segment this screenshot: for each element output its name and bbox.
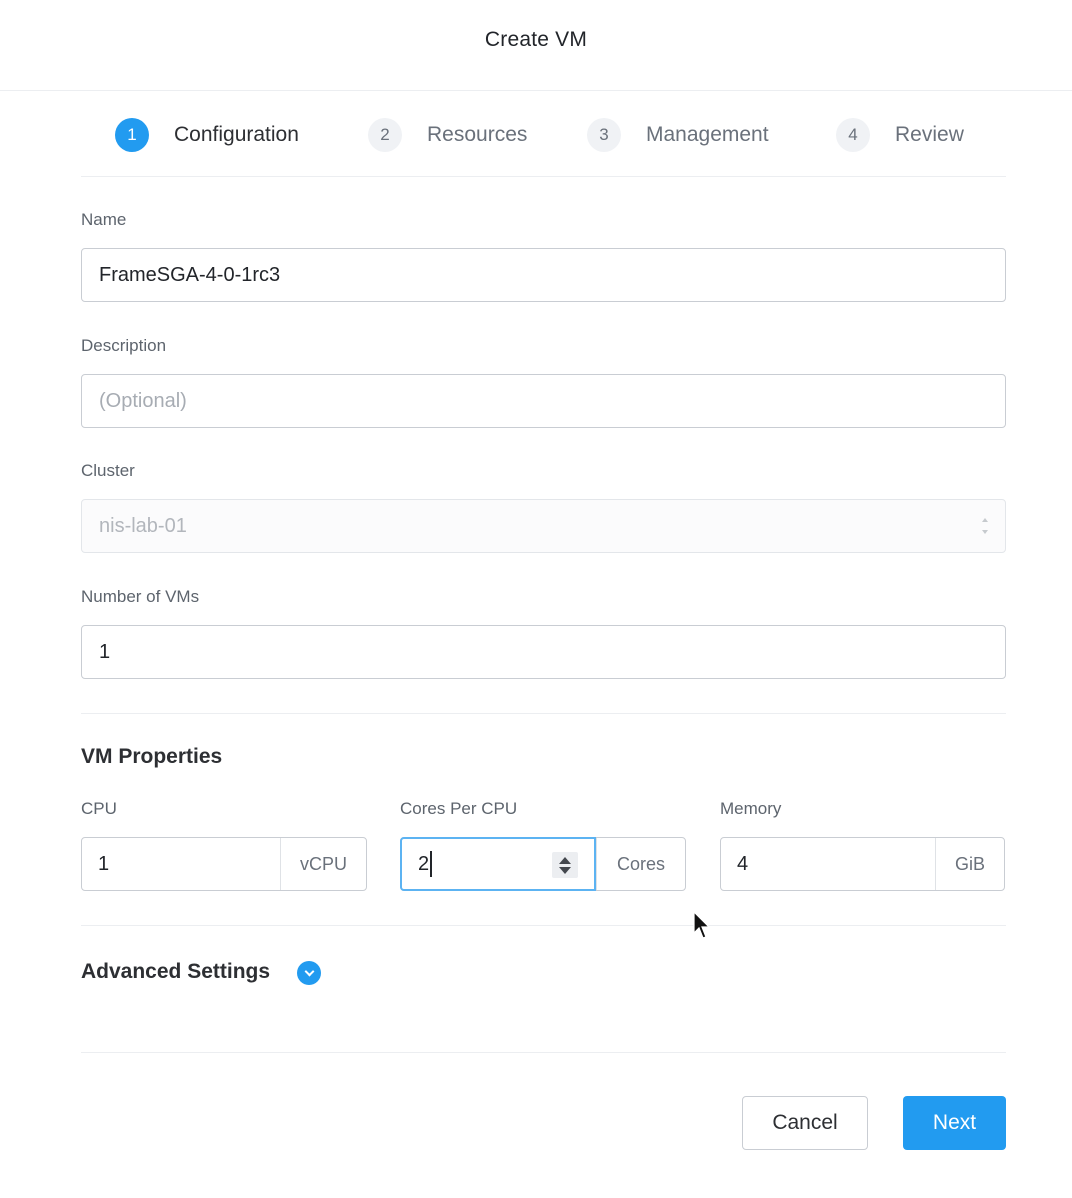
step-resources[interactable]: 2 Resources — [368, 117, 527, 153]
cluster-select[interactable]: nis-lab-01 — [81, 499, 1006, 553]
cpu-label: CPU — [81, 799, 117, 818]
dialog-title: Create VM — [484, 28, 588, 51]
step-number: 3 — [587, 118, 621, 152]
wizard-steps: 1 Configuration 2 Resources 3 Management… — [81, 100, 1006, 177]
cpu-unit: vCPU — [280, 838, 366, 890]
step-management[interactable]: 3 Management — [587, 117, 769, 153]
step-review[interactable]: 4 Review — [836, 117, 964, 153]
next-button[interactable]: Next — [903, 1096, 1006, 1150]
cluster-value: nis-lab-01 — [99, 514, 187, 537]
memory-value: 4 — [737, 852, 749, 875]
cores-per-cpu-label: Cores Per CPU — [400, 799, 518, 818]
cores-per-cpu-input[interactable]: 2 — [400, 837, 596, 891]
memory-label: Memory — [720, 799, 782, 818]
step-label: Resources — [427, 123, 528, 146]
cpu-value: 1 — [98, 852, 110, 875]
memory-input-group: 4 GiB — [720, 837, 1005, 891]
step-label: Configuration — [174, 123, 299, 146]
vm-properties-title: VM Properties — [81, 745, 223, 768]
step-configuration[interactable]: 1 Configuration — [115, 117, 299, 153]
spinner-icon[interactable] — [552, 852, 578, 878]
description-placeholder: (Optional) — [99, 389, 187, 412]
dialog-header: Create VM — [0, 0, 1072, 91]
mouse-pointer-icon — [693, 911, 711, 939]
name-value: FrameSGA-4-0-1rc3 — [99, 263, 281, 286]
num-vms-input[interactable]: 1 — [81, 625, 1006, 679]
advanced-settings-title[interactable]: Advanced Settings — [81, 960, 270, 984]
cancel-button[interactable]: Cancel — [742, 1096, 868, 1150]
step-number: 4 — [836, 118, 870, 152]
cluster-label: Cluster — [81, 461, 135, 480]
cores-per-cpu-value: 2 — [418, 852, 430, 875]
name-input[interactable]: FrameSGA-4-0-1rc3 — [81, 248, 1006, 302]
num-vms-label: Number of VMs — [81, 587, 200, 606]
memory-input[interactable]: 4 — [721, 838, 935, 890]
cores-unit: Cores — [596, 838, 685, 890]
chevron-down-circle-icon[interactable] — [297, 961, 321, 985]
num-vms-value: 1 — [99, 640, 111, 663]
memory-unit: GiB — [935, 838, 1004, 890]
step-number: 1 — [115, 118, 149, 152]
cores-per-cpu-input-group: 2 Cores — [400, 837, 686, 891]
step-label: Management — [646, 123, 769, 146]
step-label: Review — [895, 123, 964, 146]
divider — [81, 1052, 1006, 1053]
select-arrows-icon — [981, 518, 989, 534]
name-label: Name — [81, 210, 127, 229]
cpu-input-group: 1 vCPU — [81, 837, 367, 891]
description-label: Description — [81, 336, 167, 355]
text-caret — [430, 851, 432, 877]
divider — [81, 925, 1006, 926]
cpu-input[interactable]: 1 — [82, 838, 280, 890]
step-number: 2 — [368, 118, 402, 152]
divider — [81, 713, 1006, 714]
description-input[interactable]: (Optional) — [81, 374, 1006, 428]
